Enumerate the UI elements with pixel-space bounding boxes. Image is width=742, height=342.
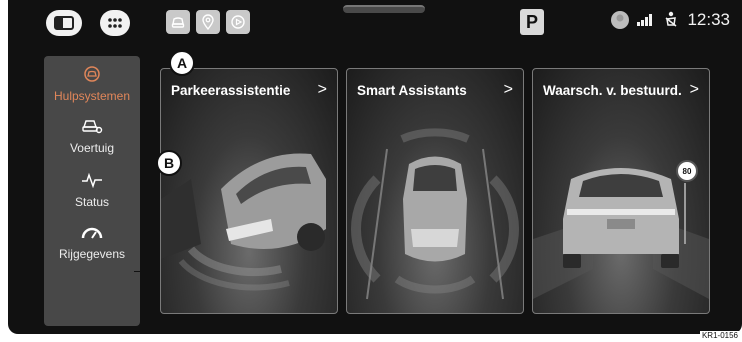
seatbelt-warning-icon: [665, 11, 677, 27]
sidebar-item-voertuig[interactable]: Voertuig: [44, 118, 140, 155]
figure-reference: KR1-0156: [699, 331, 740, 340]
map-pin-icon: [202, 14, 214, 30]
quick-assist-button[interactable]: [166, 10, 190, 34]
card-parkeerassistentie[interactable]: Parkeerassistentie >: [160, 68, 338, 314]
sidebar-item-label: Rijgegevens: [58, 247, 126, 261]
app-grid-icon: [108, 18, 122, 28]
chevron-right-icon: >: [689, 81, 699, 98]
car-front-icon: [171, 17, 185, 28]
parking-car-illustration: [161, 153, 326, 291]
assist-car-icon: [84, 66, 100, 82]
card-smart-assistants[interactable]: Smart Assistants >: [346, 68, 524, 314]
callout-b: B: [156, 150, 182, 176]
callout-a: A: [169, 50, 195, 76]
gear-position-badge: P: [520, 9, 544, 35]
speed-limit-sign: 80: [676, 160, 698, 182]
pulse-icon: [82, 172, 102, 189]
sidebar-item-rijgegevens[interactable]: Rijgegevens: [44, 226, 140, 261]
side-navigation: Hulpsystemen Voertuig Status Rijgegevens: [44, 56, 140, 326]
speed-limit-value: 80: [682, 166, 692, 176]
quick-media-button[interactable]: [226, 10, 250, 34]
pull-down-handle[interactable]: [343, 5, 425, 13]
card-waarschuwing-bestuurder[interactable]: Waarsch. v. bestuurd. > 80: [532, 68, 710, 314]
sidebar-item-label: Voertuig: [69, 141, 115, 155]
gauge-icon: [81, 227, 103, 239]
card-title: Parkeerassistentie: [171, 83, 291, 98]
sidebar-item-hulpsystemen[interactable]: Hulpsystemen: [44, 66, 140, 103]
clock: 12:33: [687, 10, 730, 29]
card-title: Waarsch. v. bestuurd.: [543, 83, 682, 98]
apps-menu-button[interactable]: [100, 10, 130, 36]
split-screen-icon: [54, 16, 74, 30]
sidebar-item-status[interactable]: Status: [44, 172, 140, 209]
rear-view-car-illustration: [533, 168, 709, 299]
play-circle-icon: [231, 15, 245, 29]
status-area: 12:33: [611, 10, 730, 30]
user-avatar-icon[interactable]: [611, 11, 630, 29]
signal-strength-icon: [637, 14, 653, 26]
callout-a-leader: [180, 36, 181, 50]
sidebar-item-label: Hulpsystemen: [53, 89, 131, 103]
card-title: Smart Assistants: [357, 83, 467, 98]
infotainment-screen: P 12:33 Hulpsystemen Voertuig Status Rij…: [8, 0, 742, 334]
chevron-right-icon: >: [503, 81, 513, 98]
callout-b-leader: [142, 162, 156, 163]
sidebar-item-label: Status: [74, 195, 110, 209]
top-view-car-illustration: [350, 128, 520, 300]
callout-b-bracket: [134, 54, 143, 272]
chevron-right-icon: >: [317, 81, 327, 98]
quick-navigation-button[interactable]: [196, 10, 220, 34]
split-screen-button[interactable]: [46, 10, 82, 36]
car-settings-icon: [82, 120, 103, 134]
